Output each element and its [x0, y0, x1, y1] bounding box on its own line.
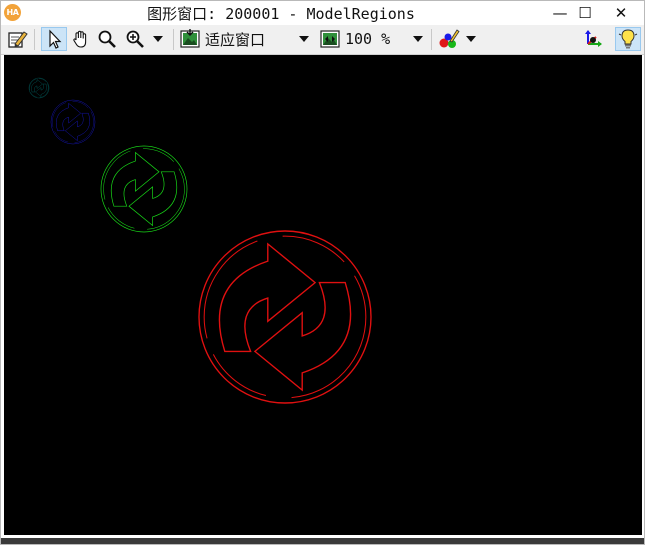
chevron-down-icon [299, 36, 309, 42]
title-bar[interactable]: HA 图形窗口: 200001 - ModelRegions — ☐ ✕ [1, 1, 644, 25]
window-title: 图形窗口: 200001 - ModelRegions [147, 5, 415, 23]
model-region-red [198, 230, 372, 404]
coordinate-axis-button[interactable] [581, 27, 605, 51]
fit-mode-dropdown[interactable]: 适应窗口 [179, 27, 315, 51]
model-region-blue [50, 99, 96, 145]
select-tool-button[interactable] [41, 27, 67, 51]
axis-icon [585, 30, 602, 47]
toolbar-separator [431, 29, 432, 50]
lightbulb-icon [618, 29, 638, 49]
graphics-window: HA 图形窗口: 200001 - ModelRegions — ☐ ✕ 适应窗… [0, 0, 645, 545]
pan-tool-button[interactable] [69, 27, 93, 51]
model-region-cyan [28, 77, 50, 99]
toolbar-separator [173, 29, 174, 50]
chevron-down-icon [153, 36, 163, 42]
magnifier-icon [98, 30, 116, 48]
zoom-options-dropdown[interactable] [121, 27, 167, 51]
draw-options-dropdown[interactable] [437, 27, 481, 51]
lightbulb-button[interactable] [615, 27, 641, 51]
chevron-down-icon [413, 36, 423, 42]
model-region-green [100, 145, 188, 233]
model-regions-display [28, 77, 372, 404]
toolbar-separator [34, 29, 35, 50]
color-brush-icon [439, 29, 460, 48]
fit-mode-label: 适应窗口 [205, 30, 266, 49]
zoom-tool-button[interactable] [95, 27, 119, 51]
zoom-level-icon [320, 30, 340, 48]
chevron-down-icon [466, 36, 476, 42]
zoom-level-dropdown[interactable]: 100 % [319, 27, 427, 51]
pencil-icon [8, 31, 28, 48]
zoom-level-label: 100 % [345, 30, 391, 48]
hand-icon [73, 30, 87, 48]
graphics-canvas[interactable] [4, 55, 642, 535]
toolbar: 适应窗口 100 % [1, 25, 644, 55]
magnifier-plus-icon [126, 30, 144, 48]
maximize-button[interactable]: ☐ [569, 1, 601, 25]
fit-window-icon [180, 29, 200, 48]
close-button[interactable]: ✕ [605, 1, 637, 25]
pencil-tool-button[interactable] [5, 27, 29, 51]
window-bottom-edge [1, 538, 644, 544]
pointer-arrow-icon [49, 29, 62, 49]
